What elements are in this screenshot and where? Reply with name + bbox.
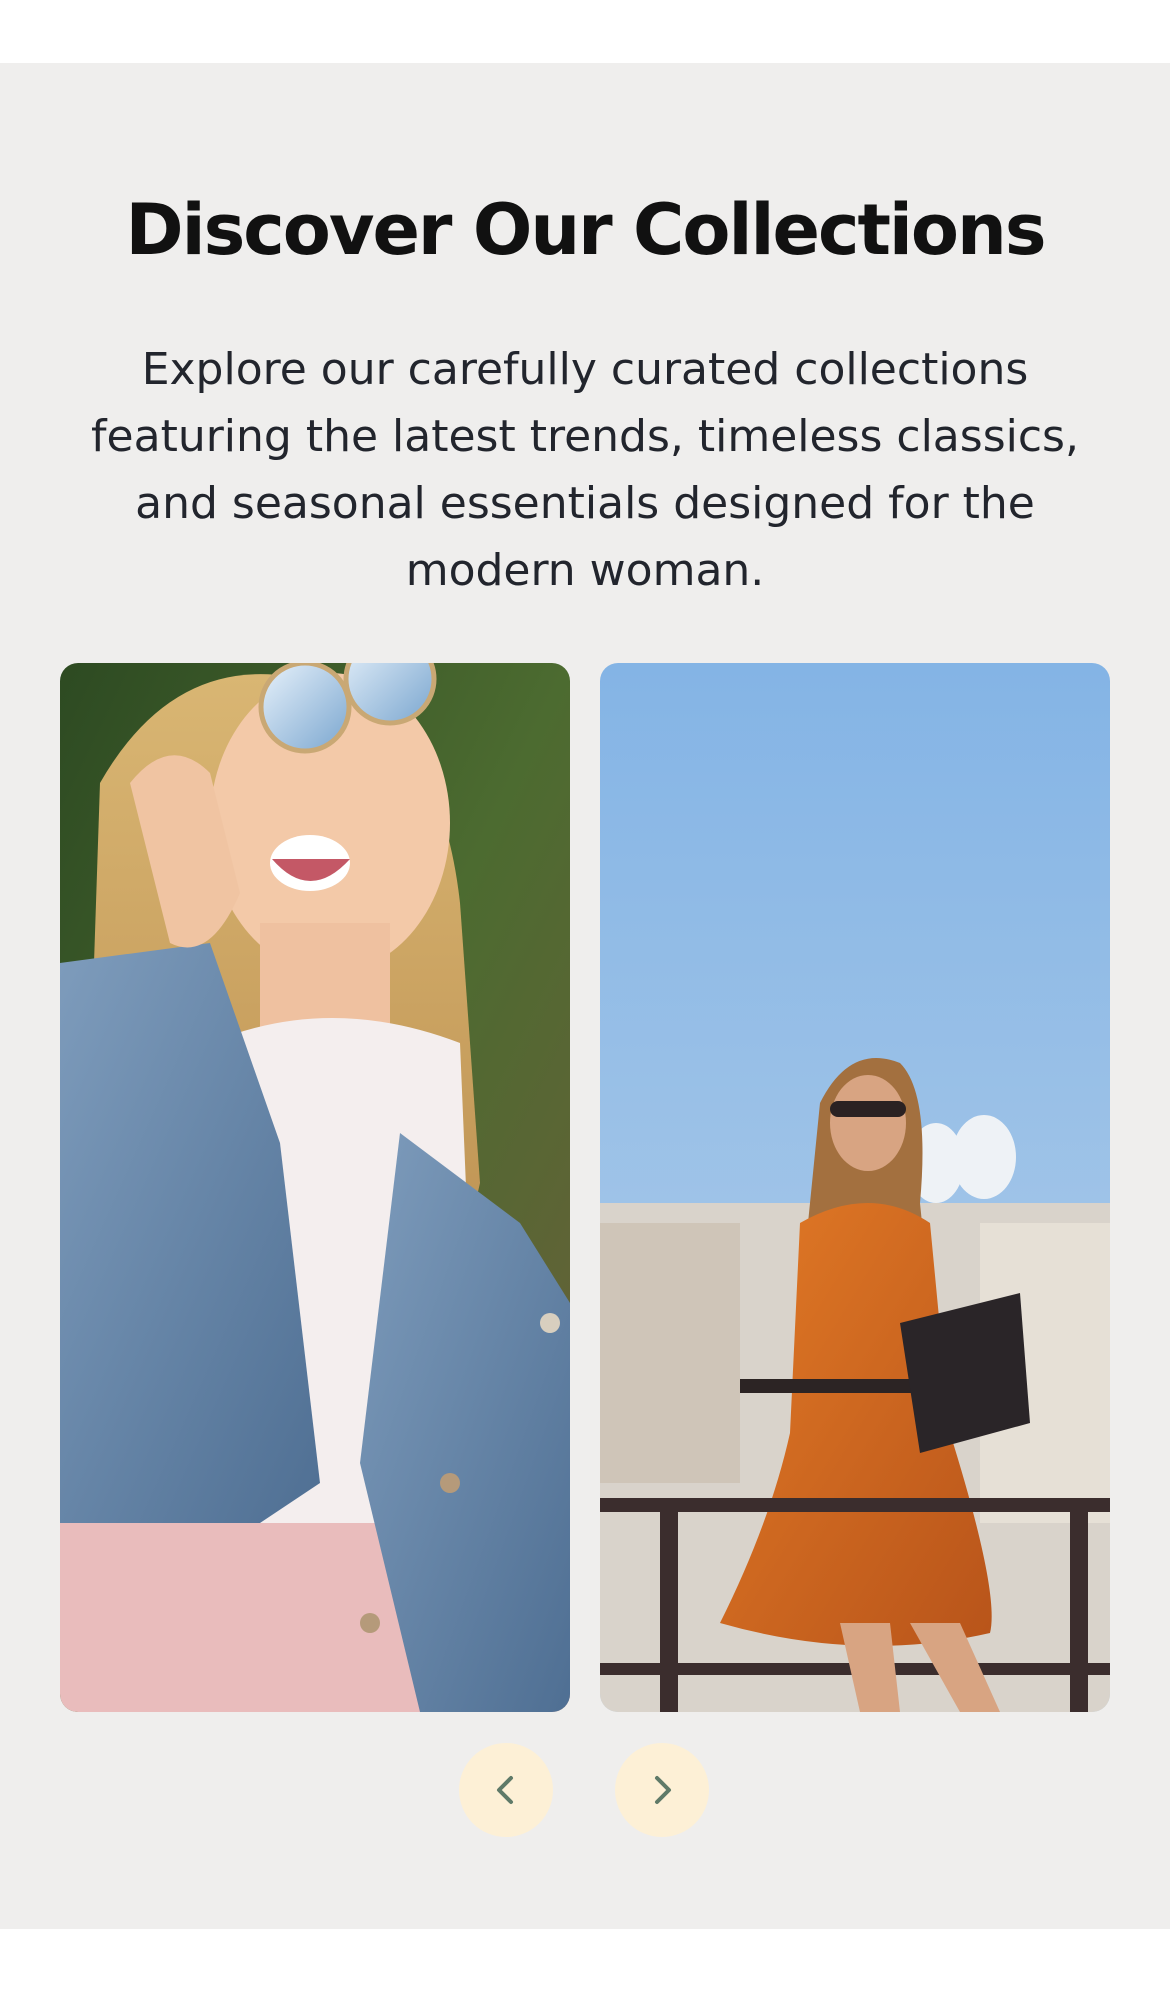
section-title: Discover Our Collections [125, 189, 1046, 271]
collection-card-2[interactable] [600, 663, 1110, 1712]
section-description: Explore our carefully curated collection… [91, 344, 1079, 596]
chevron-left-icon [497, 1776, 513, 1804]
chevron-right-icon [655, 1776, 671, 1804]
collection-image-2 [600, 663, 1110, 1712]
collection-card-1[interactable] [60, 663, 570, 1712]
collection-image-1 [60, 663, 570, 1712]
carousel-prev-button[interactable] [459, 1743, 553, 1837]
carousel-next-button[interactable] [615, 1743, 709, 1837]
